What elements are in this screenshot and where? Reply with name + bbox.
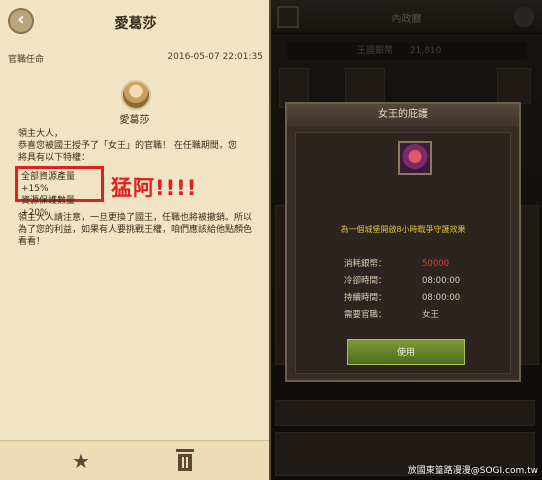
greeting: 領主大人， [18,129,64,139]
perk-1: 全部資源產量+15% [21,172,76,194]
star-icon[interactable]: ★ [72,449,90,473]
letter-body: 領主大人， 恭喜您被國王授予了「女王」的官職！ 在任職期間，您 將具有以下特權： [18,128,255,164]
sender-avatar[interactable] [121,80,151,110]
trash-icon[interactable] [176,449,194,471]
use-button[interactable]: 使用 [347,339,465,365]
perk-highlight-box: 全部資源產量+15% 資源保護數量+20% [15,166,104,218]
info-row-cooldown: 冷卻時間： 08:00:00 [344,276,461,286]
dialog-info: 消耗銀幣： 50000 冷卻時間： 08:00:00 持續時間： 08:00:00 需… [344,256,460,324]
letter-title: 愛葛莎 [114,16,157,32]
watermark: 放國東篁路漫漫@SOGI.com.tw [407,466,538,476]
crown-shield-icon [398,141,432,175]
annotation-text: 猛阿!!!! [111,176,198,200]
letter-panel: ‹ 愛葛莎 官職任命 2016-05-07 22:01:35 愛葛莎 領主大人，… [0,0,271,480]
info-row-cost: 消耗銀幣： 50000 [344,259,450,269]
queen-protection-dialog: 女王的庇護 為一個城堡開啟8小時戰爭守護效果 消耗銀幣： 50000 冷卻時間： 0… [285,102,521,382]
dialog-title: 女王的庇護 [287,104,519,126]
info-row-duration: 持續時間： 08:00:00 [344,293,461,303]
info-row-required-title: 需要官職： 女王 [344,310,440,320]
letter-header: ‹ 愛葛莎 [0,0,271,44]
letter-date: 2016-05-07 22:01:35 [167,52,263,62]
letter-type: 官職任命 [8,55,45,65]
dialog-body: 為一個城堡開啟8小時戰爭守護效果 消耗銀幣： 50000 冷卻時間： 08:00:0… [295,132,511,374]
dialog-description: 為一個城堡開啟8小時戰爭守護效果 [340,225,466,234]
sender-name: 愛葛莎 [119,115,150,126]
letter-body-2: 領主大人請注意，一旦更換了國王，任職也將被撤銷。所以為了您的利益，如果有人要挑戰… [18,213,253,247]
body-line-1: 恭喜您被國王授予了「女王」的官職！ 在任職期間，您 [18,141,237,151]
letter-toolbar: ★ [0,440,269,480]
body-line-2: 將具有以下特權： [18,153,91,163]
